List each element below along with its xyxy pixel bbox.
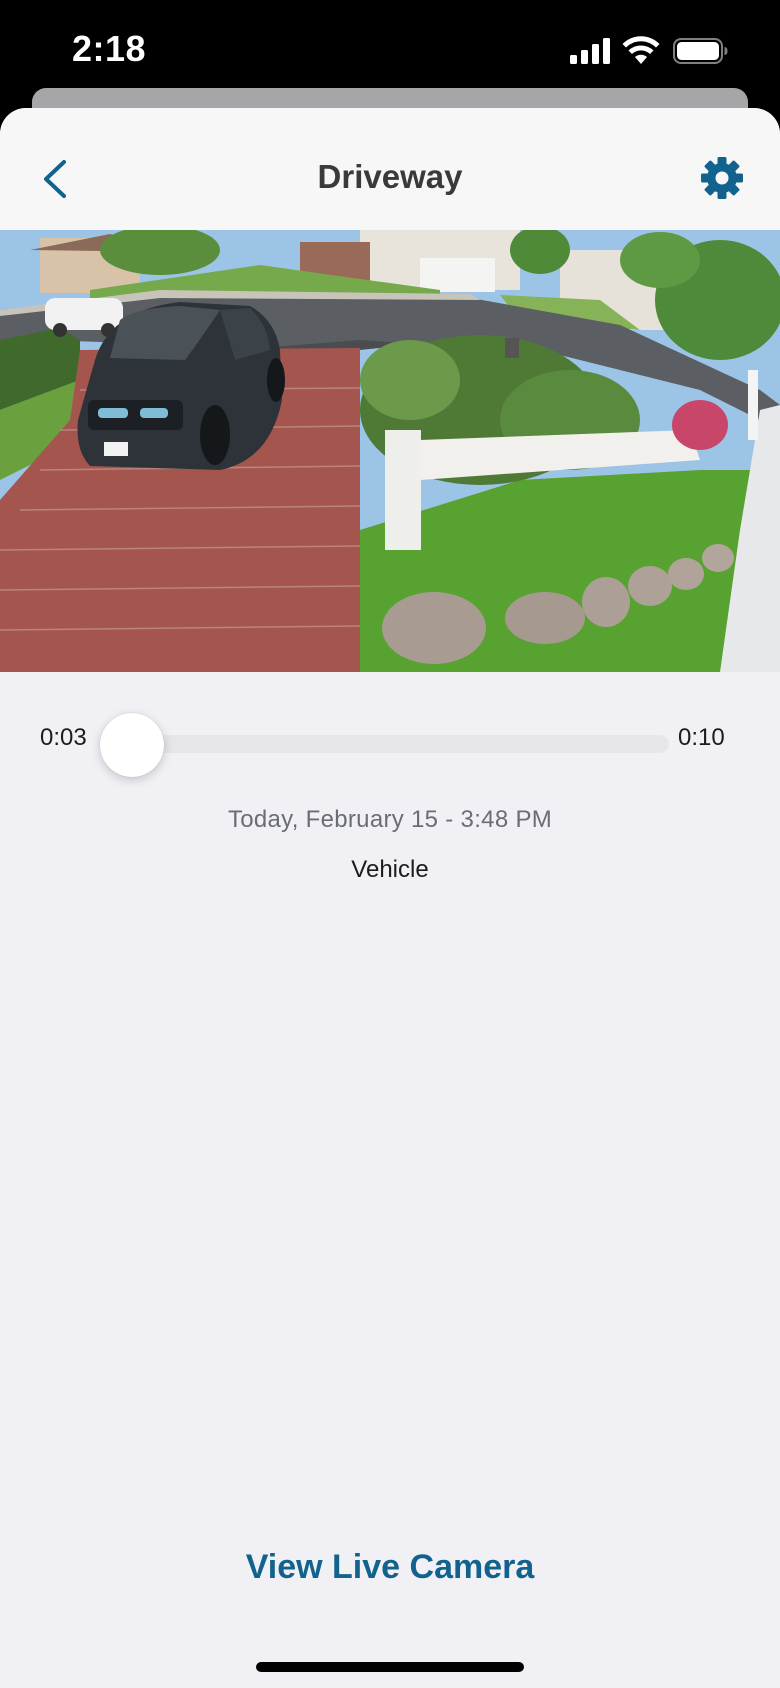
scrubber-thumb[interactable] <box>100 713 164 777</box>
battery-icon <box>673 38 728 64</box>
event-type-label: Vehicle <box>351 856 429 883</box>
view-live-camera-button[interactable]: View Live Camera <box>200 1548 580 1587</box>
page-title: Driveway <box>317 158 463 195</box>
home-indicator[interactable] <box>256 1662 524 1672</box>
scrubber-track[interactable] <box>132 735 669 753</box>
video-frame <box>0 230 780 672</box>
event-timestamp: Today, February 15 - 3:48 PM <box>227 806 553 833</box>
status-bar: 2:18 <box>0 0 780 100</box>
video-player[interactable] <box>0 230 780 672</box>
total-duration: 0:10 <box>678 724 725 751</box>
playback-scrubber: 0:03 0:10 <box>0 690 780 790</box>
clip-detail-sheet: Driveway 0:03 0:10 Today, February 15 - … <box>0 108 780 1688</box>
wifi-icon <box>622 36 660 64</box>
gear-icon <box>701 157 743 199</box>
nav-bar: Driveway <box>0 108 780 230</box>
settings-button[interactable] <box>696 152 748 204</box>
cellular-signal-icon <box>570 38 610 64</box>
current-time: 0:03 <box>40 724 87 751</box>
status-time: 2:18 <box>72 28 147 69</box>
